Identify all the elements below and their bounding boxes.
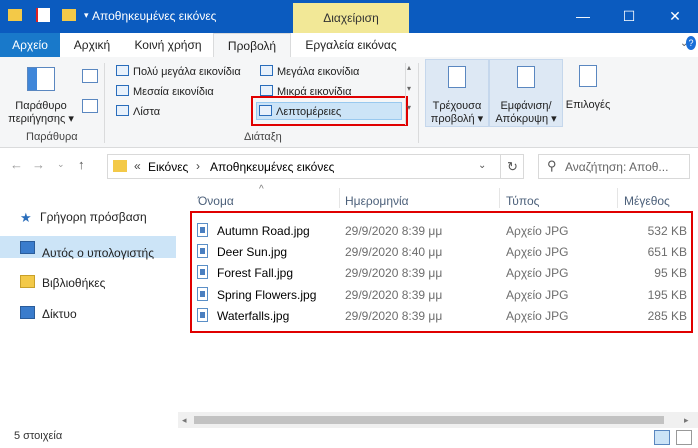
show-hide-label: Εμφάνιση/: [500, 100, 552, 112]
layout-scroll[interactable]: ▴ ▾ ▾: [405, 63, 415, 125]
tab-view[interactable]: Προβολή: [213, 33, 291, 58]
details-view-icon[interactable]: [654, 430, 670, 445]
up-arrow-icon[interactable]: ↑: [78, 157, 85, 172]
properties-icon[interactable]: [36, 8, 50, 22]
options-icon: [579, 65, 597, 87]
divider: [617, 188, 618, 208]
tab-picture-tools[interactable]: Εργαλεία εικόνας: [293, 33, 409, 57]
refresh-icon[interactable]: ↻: [507, 159, 518, 175]
divider: [418, 63, 419, 143]
layout-group-label: Διάταξη: [244, 131, 282, 143]
tab-home[interactable]: Αρχική: [60, 33, 124, 57]
nav-quick-access[interactable]: ★ Γρήγορη πρόσβαση: [20, 210, 147, 225]
show-hide-button[interactable]: Εμφάνιση/ Απόκρυψη ▾: [489, 59, 563, 127]
folder-icon: [8, 9, 22, 21]
current-view-label: Τρέχουσα: [432, 100, 482, 112]
file-list-highlight-box: [190, 211, 693, 333]
title-bar: ▾ Αποθηκευμένες εικόνες Διαχείριση — ☐ ✕: [0, 0, 698, 33]
tab-manage[interactable]: Διαχείριση: [293, 3, 409, 33]
column-date[interactable]: Ημερομηνία: [345, 194, 409, 208]
show-hide-icon: [517, 66, 535, 88]
back-arrow-icon[interactable]: ←: [10, 157, 23, 172]
forward-arrow-icon[interactable]: →: [32, 157, 45, 172]
horizontal-scrollbar[interactable]: ◂ ▸: [178, 412, 698, 428]
layout-list[interactable]: Λίστα: [116, 105, 160, 118]
help-icon[interactable]: ?: [686, 36, 696, 50]
nav-network[interactable]: Δίκτυο: [20, 306, 77, 321]
computer-icon: [20, 241, 35, 254]
column-size[interactable]: Μέγεθος: [624, 194, 670, 208]
scroll-left-icon[interactable]: ◂: [182, 415, 187, 426]
layout-medium-icons[interactable]: Μεσαία εικονίδια: [116, 85, 214, 98]
panes-group-label: Παράθυρα: [26, 131, 78, 143]
navigation-pane-button[interactable]: Παράθυρο περιήγησης ▾: [6, 63, 76, 125]
details-pane-icon[interactable]: [82, 99, 98, 113]
search-placeholder: Αναζήτηση: Αποθ...: [565, 160, 669, 174]
scrollbar-thumb[interactable]: [194, 416, 664, 424]
address-dropdown-icon[interactable]: ⌄: [478, 160, 486, 171]
extra-large-icons-icon: [116, 65, 129, 76]
ribbon: Παράθυρο περιήγησης ▾ Παράθυρα Πολύ μεγά…: [0, 57, 698, 148]
status-item-count: 5 στοιχεία: [14, 430, 63, 442]
search-box[interactable]: ⚲ Αναζήτηση: Αποθ...: [538, 154, 690, 179]
list-icon: [116, 105, 129, 116]
options-label: Επιλογές: [565, 99, 611, 111]
tab-share[interactable]: Κοινή χρήση: [124, 33, 212, 57]
small-icons-icon: [260, 85, 273, 96]
address-bar[interactable]: « Εικόνες › Αποθηκευμένες εικόνες ⌄ ↻: [107, 154, 524, 179]
medium-icons-icon: [116, 85, 129, 96]
minimize-button[interactable]: —: [560, 0, 606, 33]
breadcrumb-overflow[interactable]: «: [134, 159, 141, 173]
breadcrumb-separator: ›: [196, 159, 200, 173]
show-hide-label-2: Απόκρυψη ▾: [495, 113, 557, 125]
navigation-pane-icon: [27, 67, 55, 91]
divider: [500, 154, 501, 179]
layout-large-icons[interactable]: Μεγάλα εικονίδια: [260, 65, 359, 78]
breadcrumb-pictures[interactable]: Εικόνες: [148, 160, 188, 174]
ribbon-tabs: Αρχείο Αρχική Κοινή χρήση Προβολή Εργαλε…: [0, 33, 698, 58]
divider: [339, 188, 340, 208]
options-button[interactable]: Επιλογές: [563, 59, 613, 125]
maximize-button[interactable]: ☐: [606, 0, 652, 33]
network-icon: [20, 306, 35, 319]
navigation-pane-label: Παράθυρο: [15, 100, 67, 112]
large-icons-view-icon[interactable]: [676, 430, 692, 445]
nav-this-pc[interactable]: Αυτός ο υπολογιστής: [0, 236, 176, 260]
current-view-button[interactable]: Τρέχουσα προβολή ▾: [425, 59, 489, 127]
current-view-icon: [448, 66, 466, 88]
scroll-right-icon[interactable]: ▸: [684, 415, 689, 426]
preview-pane-icon[interactable]: [82, 69, 98, 83]
library-icon: [20, 275, 35, 288]
large-icons-icon: [260, 65, 273, 76]
column-type[interactable]: Τύπος: [506, 194, 539, 208]
nav-libraries[interactable]: Βιβλιοθήκες: [20, 275, 105, 290]
divider: [499, 188, 500, 208]
star-icon: ★: [20, 210, 32, 225]
window-title: Αποθηκευμένες εικόνες: [92, 9, 217, 23]
tab-file[interactable]: Αρχείο: [0, 33, 60, 57]
column-name[interactable]: Όνομα: [198, 194, 234, 208]
recent-dropdown-icon[interactable]: ⌄: [57, 159, 65, 170]
navigation-pane-label-2: περιήγησης ▾: [8, 113, 74, 125]
divider: [104, 63, 105, 143]
current-view-label-2: προβολή ▾: [430, 113, 484, 125]
search-icon: ⚲: [547, 158, 557, 173]
folder-icon: [113, 160, 127, 172]
new-folder-icon[interactable]: [62, 9, 76, 21]
sort-ascending-icon: ^: [259, 184, 264, 195]
layout-extra-large-icons[interactable]: Πολύ μεγάλα εικονίδια: [116, 65, 241, 78]
close-button[interactable]: ✕: [652, 0, 698, 33]
details-highlight-box: [251, 96, 408, 126]
breadcrumb-saved-pictures[interactable]: Αποθηκευμένες εικόνες: [210, 160, 334, 174]
